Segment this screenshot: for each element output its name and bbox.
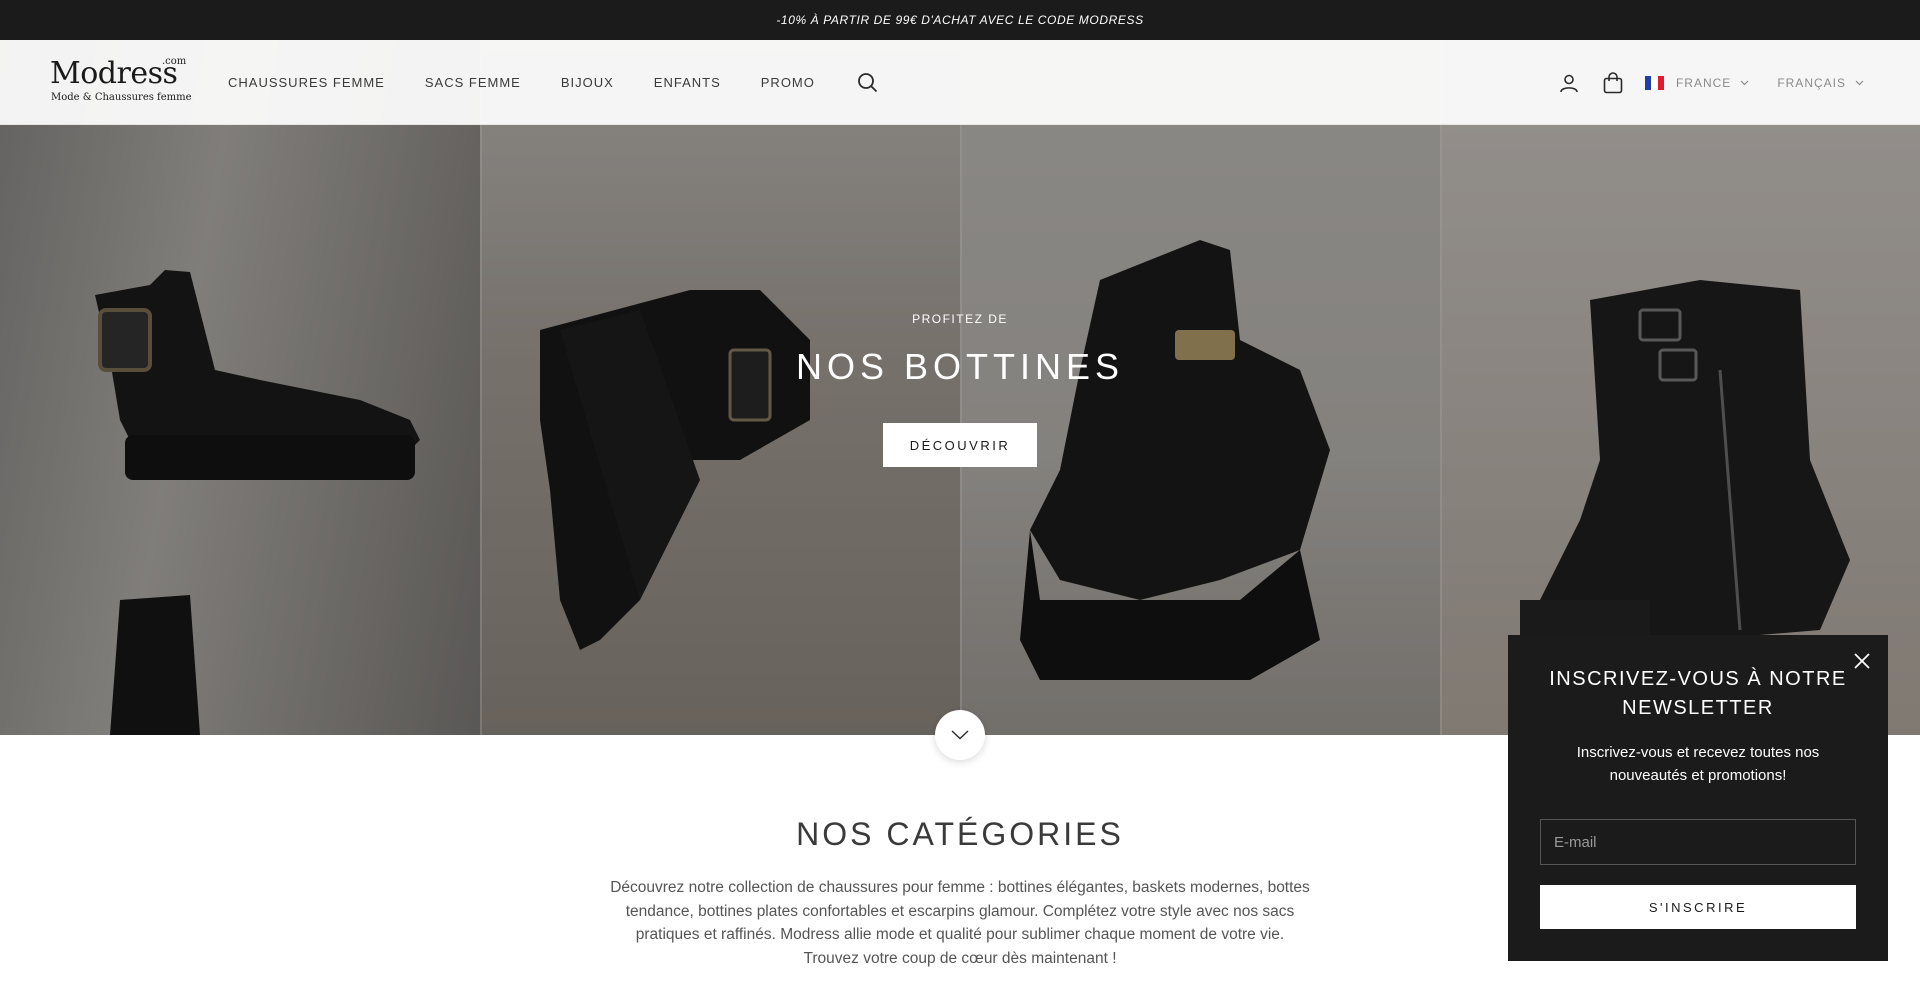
announcement-bar: -10% À PARTIR DE 99€ D'ACHAT AVEC LE COD… bbox=[0, 0, 1920, 40]
discover-button[interactable]: DÉCOUVRIR bbox=[883, 423, 1037, 467]
language-selector[interactable]: FRANÇAIS bbox=[1777, 76, 1864, 90]
logo-tagline: Mode & Chaussures femme bbox=[51, 92, 192, 103]
newsletter-title: INSCRIVEZ-VOUS À NOTRE NEWSLETTER bbox=[1549, 668, 1847, 719]
user-icon[interactable] bbox=[1557, 71, 1581, 95]
search-icon[interactable] bbox=[857, 72, 879, 94]
subscribe-button[interactable]: S'INSCRIRE bbox=[1540, 885, 1856, 929]
hero-title: NOS BOTTINES bbox=[795, 346, 1125, 387]
france-flag-icon bbox=[1644, 75, 1664, 90]
logo-wordmark: Modress bbox=[50, 56, 178, 91]
scroll-down-button[interactable] bbox=[935, 710, 985, 760]
country-selector-value: FRANCE bbox=[1675, 75, 1732, 90]
hero-content: PROFITEZ DE NOS BOTTINES DÉCOUVRIR bbox=[0, 40, 1920, 735]
language-selector-value: FRANÇAIS bbox=[1777, 75, 1846, 90]
hero-eyebrow: PROFITEZ DE bbox=[912, 312, 1008, 326]
shopping-bag-icon[interactable] bbox=[1601, 71, 1625, 95]
categories-description: Découvrez notre collection de chaussures… bbox=[610, 879, 1310, 967]
site-logo[interactable]: Modress .com Mode & Chaussures femme bbox=[50, 56, 192, 106]
nav-item-bijoux[interactable]: BIJOUX bbox=[561, 75, 614, 90]
hero-banner: PROFITEZ DE NOS BOTTINES DÉCOUVRIR bbox=[0, 40, 1920, 735]
nav-item-enfants[interactable]: ENFANTS bbox=[654, 75, 721, 90]
logo-suffix: .com bbox=[162, 56, 187, 67]
announcement-text: -10% À PARTIR DE 99€ D'ACHAT AVEC LE COD… bbox=[776, 13, 1144, 27]
country-selector[interactable]: FRANCE bbox=[1644, 75, 1749, 90]
nav-item-chaussures-femme[interactable]: CHAUSSURES FEMME bbox=[228, 75, 385, 90]
newsletter-popup: INSCRIVEZ-VOUS À NOTRE NEWSLETTER Inscri… bbox=[1508, 635, 1888, 961]
site-header: Modress .com Mode & Chaussures femme CHA… bbox=[0, 40, 1920, 125]
header-actions: FRANCE FRANÇAIS bbox=[1557, 40, 1864, 125]
nav-item-promo[interactable]: PROMO bbox=[761, 75, 815, 90]
email-field[interactable] bbox=[1540, 819, 1856, 865]
newsletter-text: Inscrivez-vous et recevez toutes nos nou… bbox=[1576, 744, 1820, 784]
chevron-down-icon bbox=[1740, 80, 1749, 85]
main-navigation: CHAUSSURES FEMME SACS FEMME BIJOUX ENFAN… bbox=[228, 40, 879, 125]
chevron-down-icon bbox=[1855, 80, 1864, 85]
nav-item-sacs-femme[interactable]: SACS FEMME bbox=[425, 75, 521, 90]
chevron-down-icon bbox=[951, 730, 969, 740]
